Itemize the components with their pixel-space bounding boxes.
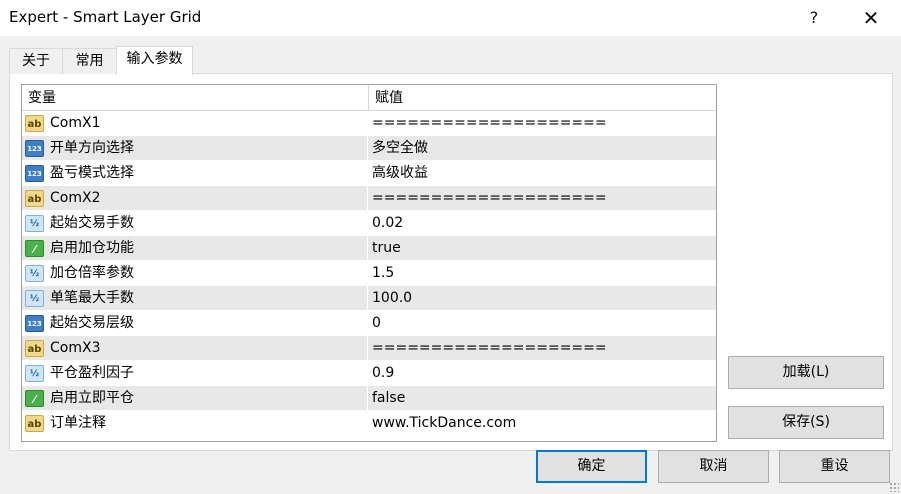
grid-header: 变量 赋值 [22,85,716,111]
parameter-value[interactable]: ==================== [372,186,712,211]
column-header-value[interactable]: 赋值 [369,85,716,111]
tab-about[interactable]: 关于 [9,48,63,74]
column-divider [367,236,368,261]
tab-common[interactable]: 常用 [62,48,117,74]
parameter-name: 起始交易层级 [50,315,134,331]
double-icon: ½ [25,265,44,282]
double-icon: ½ [25,215,44,232]
parameter-value[interactable]: 多空全做 [372,136,712,161]
table-row[interactable]: 123 开单方向选择 多空全做 [22,136,716,161]
parameters-grid: 变量 赋值 ab ComX1 ==================== 123 开单方向… [21,84,717,442]
string-icon: ab [25,340,44,357]
parameter-value[interactable]: 100.0 [372,286,712,311]
column-divider [367,386,368,411]
parameter-value[interactable]: 高级收益 [372,161,712,186]
bool-icon: ⁄ [25,240,44,257]
parameter-name: ComX2 [50,190,101,206]
table-row[interactable]: ⁄ 启用加仓功能 true [22,236,716,261]
tab-inputs[interactable]: 输入参数 [116,46,193,75]
column-divider [367,111,368,136]
parameter-value[interactable]: 1.5 [372,261,712,286]
table-row[interactable]: ½ 平仓盈利因子 0.9 [22,361,716,386]
close-icon[interactable]: ✕ [847,0,895,36]
cancel-button[interactable]: 取消 [658,450,769,483]
integer-icon: 123 [25,140,44,157]
column-divider [367,161,368,186]
help-icon[interactable]: ? [790,0,838,36]
parameter-name: 启用立即平仓 [50,390,134,406]
parameter-name: 盈亏模式选择 [50,165,134,181]
table-row[interactable]: ab ComX1 ==================== [22,111,716,136]
parameter-value[interactable]: true [372,236,712,261]
table-row[interactable]: 123 起始交易层级 0 [22,311,716,336]
parameter-value[interactable]: false [372,386,712,411]
parameter-name: 启用加仓功能 [50,240,134,256]
double-icon: ½ [25,365,44,382]
title-bar: Expert - Smart Layer Grid ? ✕ [0,0,901,36]
parameter-name: 平仓盈利因子 [50,365,134,381]
table-row[interactable]: ½ 加仓倍率参数 1.5 [22,261,716,286]
column-divider [367,286,368,311]
column-divider [367,361,368,386]
column-divider [367,336,368,361]
column-divider [367,311,368,336]
column-header-variable[interactable]: 变量 [22,85,369,111]
double-icon: ½ [25,290,44,307]
table-row[interactable]: ⁄ 启用立即平仓 false [22,386,716,411]
table-row[interactable]: ab ComX2 ==================== [22,186,716,211]
reset-button[interactable]: 重设 [779,450,890,483]
parameter-value[interactable]: ==================== [372,336,712,361]
integer-icon: 123 [25,165,44,182]
table-row[interactable]: ½ 单笔最大手数 100.0 [22,286,716,311]
parameter-value[interactable]: ==================== [372,111,712,136]
parameter-value[interactable]: 0 [372,311,712,336]
parameter-name: ComX1 [50,115,101,131]
parameter-name: 起始交易手数 [50,215,134,231]
column-divider [367,261,368,286]
string-icon: ab [25,190,44,207]
save-button[interactable]: 保存(S) [728,406,884,439]
load-button[interactable]: 加载(L) [728,356,884,389]
ok-button[interactable]: 确定 [536,450,647,483]
table-row[interactable]: ½ 起始交易手数 0.02 [22,211,716,236]
integer-icon: 123 [25,315,44,332]
column-divider [367,136,368,161]
resize-grip-icon[interactable] [889,482,899,492]
parameter-name: 开单方向选择 [50,140,134,156]
parameter-name: 加仓倍率参数 [50,265,134,281]
table-row[interactable]: ab 订单注释 www.TickDance.com [22,411,716,436]
table-row[interactable]: 123 盈亏模式选择 高级收益 [22,161,716,186]
parameter-name: 订单注释 [50,415,106,431]
bool-icon: ⁄ [25,390,44,407]
column-divider [367,411,368,436]
column-divider [367,186,368,211]
parameter-value[interactable]: 0.9 [372,361,712,386]
parameter-name: ComX3 [50,340,101,356]
table-row[interactable]: ab ComX3 ==================== [22,336,716,361]
parameter-value[interactable]: 0.02 [372,211,712,236]
window-title: Expert - Smart Layer Grid [9,8,202,26]
string-icon: ab [25,415,44,432]
column-divider [367,211,368,236]
string-icon: ab [25,115,44,132]
parameter-name: 单笔最大手数 [50,290,134,306]
parameter-value[interactable]: www.TickDance.com [372,411,712,436]
